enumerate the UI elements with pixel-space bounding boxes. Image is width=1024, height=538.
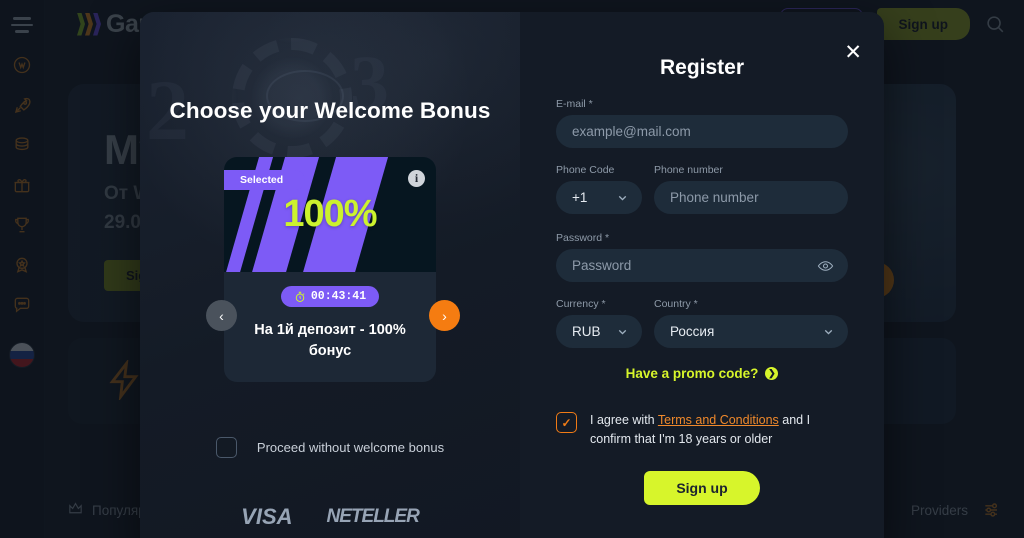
currency-select[interactable]: RUB [556, 315, 642, 348]
app-root: Gam Log in Sign up My От W 29.04 Sig ‹ › [0, 0, 1024, 538]
bonus-card[interactable]: 100% Selected i 00:43:41 На 1й депозит -… [224, 157, 436, 382]
register-panel: ✕ Register E-mail * Phone Code +1 [520, 12, 884, 538]
currency-group: Currency * RUB [556, 298, 642, 348]
register-title: Register [659, 56, 745, 79]
bonus-card-wrap: 100% Selected i 00:43:41 На 1й депозит -… [140, 157, 520, 382]
no-bonus-checkbox[interactable] [215, 437, 237, 458]
password-label: Password * [556, 232, 610, 244]
email-label: E-mail * [556, 98, 593, 110]
password-input[interactable] [556, 249, 848, 282]
bonus-prev-button[interactable]: ‹ [206, 300, 237, 331]
bonus-timer: 00:43:41 [280, 286, 380, 307]
bonus-next-button[interactable]: › [429, 300, 460, 331]
password-field-group: Password * [556, 232, 848, 282]
chevron-right-circle-icon: ❯ [765, 367, 779, 380]
phone-number-input[interactable] [654, 181, 848, 214]
submit-row: Sign up [556, 470, 848, 505]
bonus-card-body: 00:43:41 На 1й депозит - 100% бонус [224, 272, 436, 382]
register-modal: 2 3 6 Choose your Welcome Bonus 100% Sel… [140, 12, 884, 538]
phone-number-label: Phone number [654, 164, 723, 176]
promo-code-label: Have a promo code? [625, 366, 759, 381]
no-bonus-row[interactable]: Proceed without welcome bonus [140, 437, 520, 458]
bonus-panel-title: Choose your Welcome Bonus [169, 98, 491, 123]
country-group: Country * Россия [654, 298, 848, 348]
info-icon[interactable]: i [408, 170, 425, 187]
selected-badge: Selected [224, 170, 306, 190]
currency-country-row: Currency * RUB Country * Россия [556, 298, 848, 348]
email-input[interactable] [556, 115, 848, 148]
country-label: Country * [654, 298, 698, 310]
bonus-card-art: 100% Selected i [224, 157, 436, 272]
terms-checkbox[interactable]: ✓ [556, 412, 577, 433]
phone-code-select[interactable]: +1 [556, 181, 642, 214]
email-field-group: E-mail * [556, 98, 848, 148]
eye-icon[interactable] [817, 257, 834, 274]
country-select[interactable]: Россия [654, 315, 848, 348]
phone-row: Phone Code +1 Phone number [556, 164, 848, 214]
terms-agreement-row: ✓ I agree with Terms and Conditions and … [556, 411, 848, 449]
phone-number-group: Phone number [654, 164, 848, 214]
visa-logo: VISA [241, 504, 293, 529]
phone-code-label: Phone Code [556, 164, 615, 176]
phone-code-group: Phone Code +1 [556, 164, 642, 214]
payment-logos: VISA NETELLER [140, 504, 520, 530]
neteller-logo: NETELLER [326, 506, 420, 527]
terms-link[interactable]: Terms and Conditions [658, 413, 779, 427]
signup-submit-button[interactable]: Sign up [644, 470, 760, 505]
promo-code-link[interactable]: Have a promo code? ❯ [556, 366, 848, 381]
currency-label: Currency * [556, 298, 606, 310]
terms-text: I agree with Terms and Conditions and I … [590, 411, 848, 449]
bonus-card-description: На 1й депозит - 100% бонус [254, 321, 406, 359]
no-bonus-label: Proceed without welcome bonus [256, 440, 445, 455]
close-icon[interactable]: ✕ [844, 42, 862, 63]
bonus-timer-value: 00:43:41 [310, 290, 367, 303]
terms-prefix: I agree with [590, 413, 658, 427]
stopwatch-icon [294, 291, 306, 303]
welcome-bonus-panel: 2 3 6 Choose your Welcome Bonus 100% Sel… [140, 12, 520, 538]
